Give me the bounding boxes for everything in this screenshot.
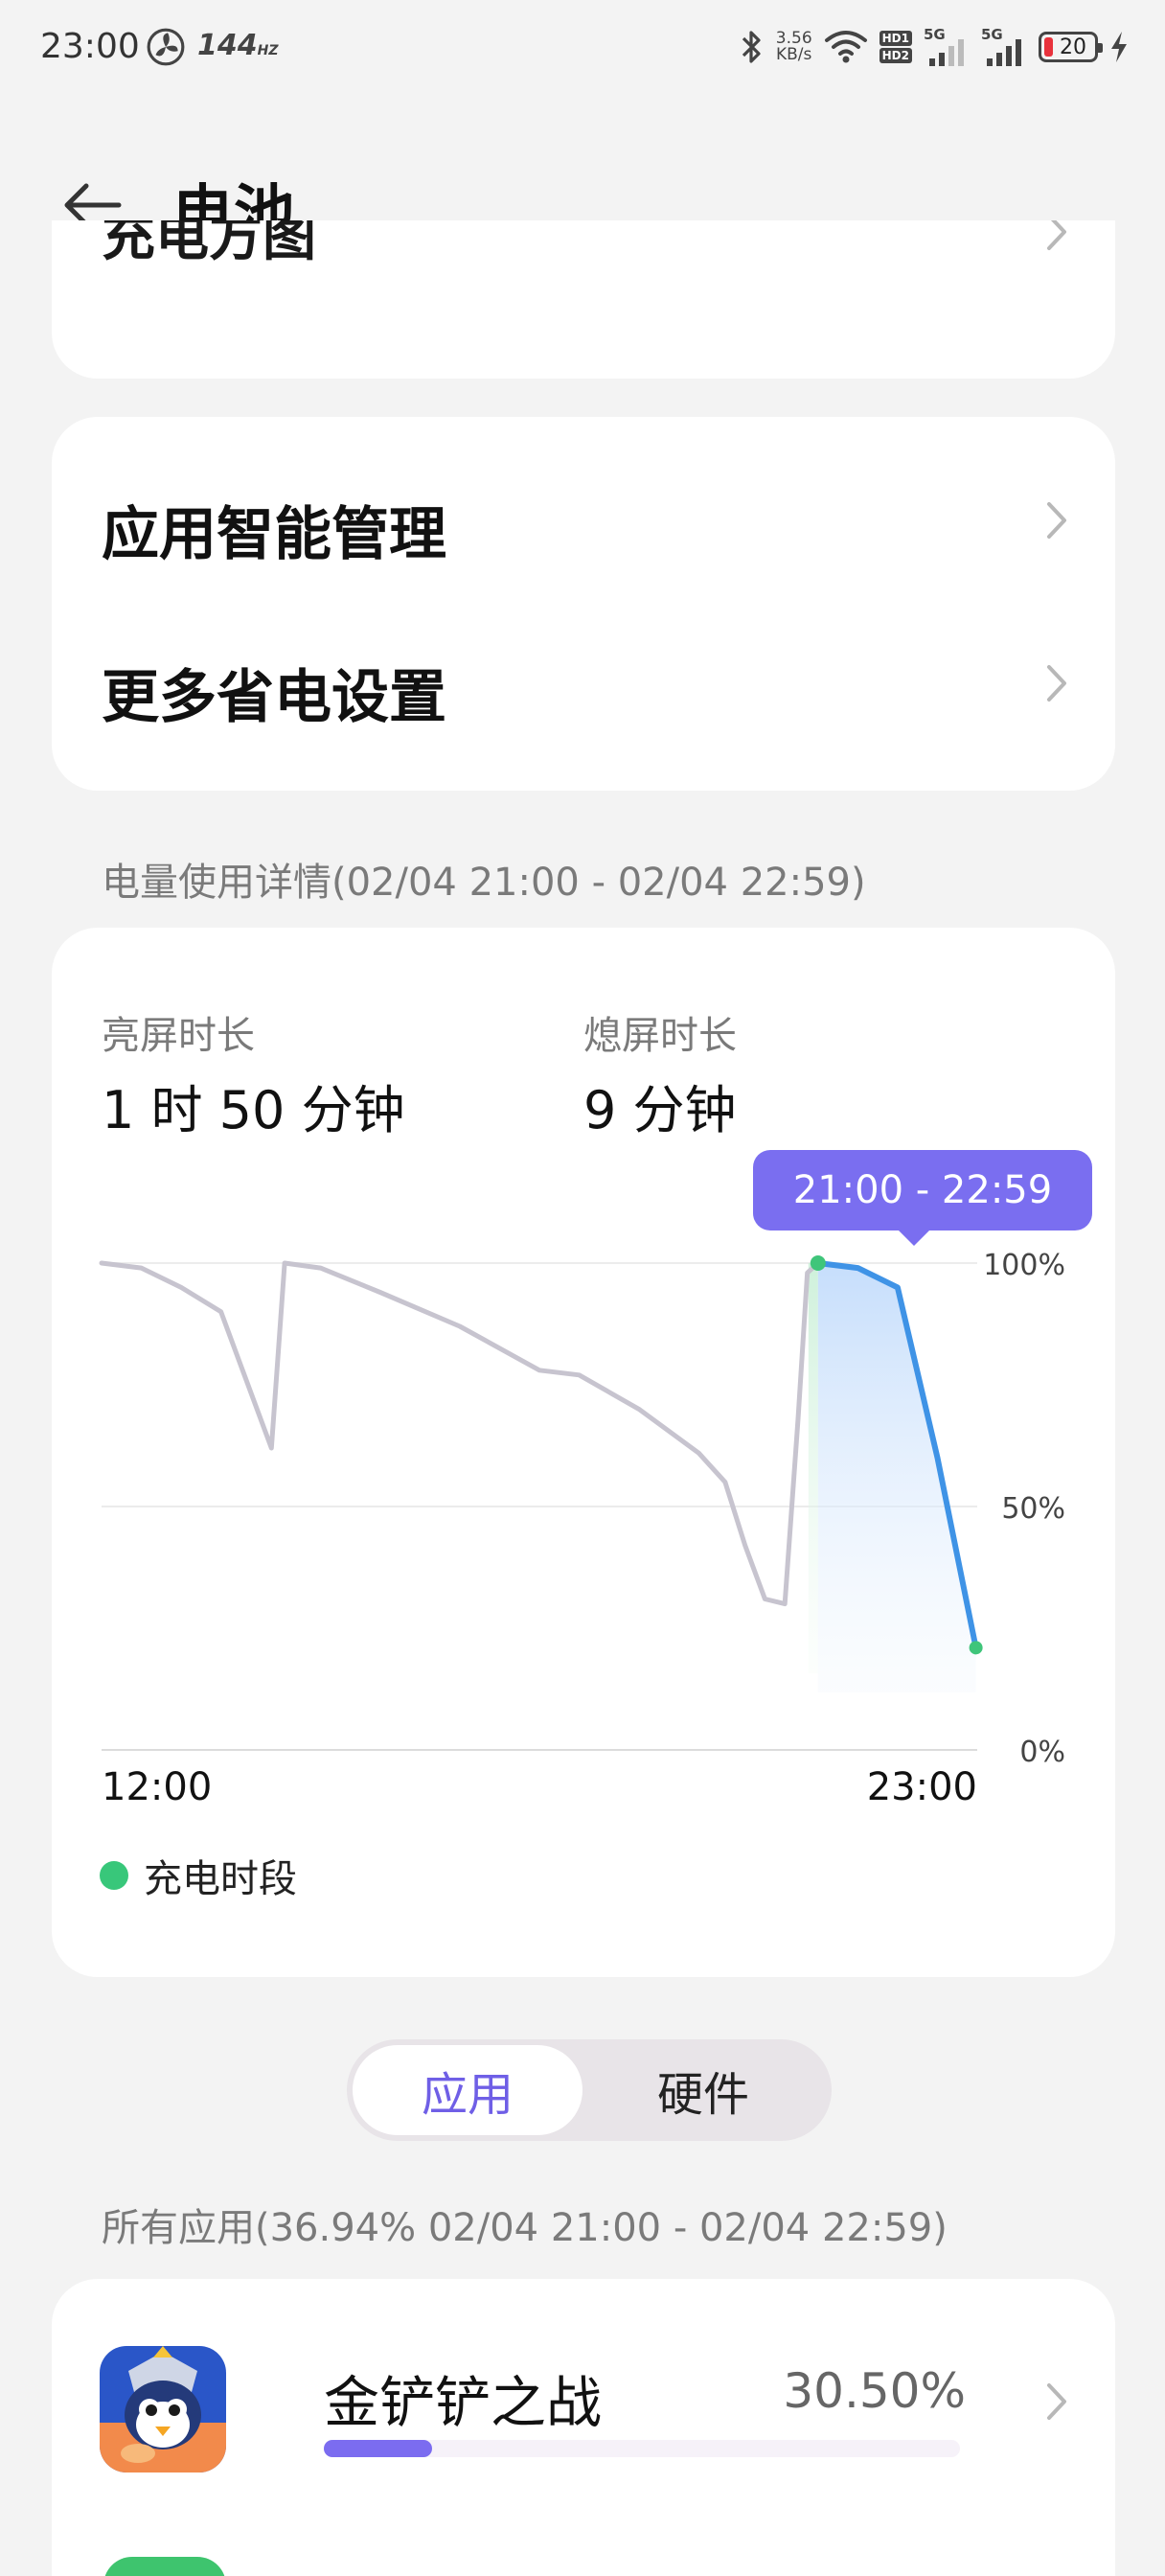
y-tick-label: 0% [1019,1736,1065,1769]
usage-segmented-control: 应用 硬件 [347,2039,832,2141]
charging-period-band [808,1263,818,1673]
next-app-icon [103,2557,226,2576]
refresh-rate-unit: HZ [257,43,279,58]
app-usage-bar-fill [324,2440,433,2457]
usage-caption: 电量使用详情(02/04 21:00 - 02/04 22:59) [102,861,866,905]
refresh-rate-value: 144 [197,29,258,62]
battery-page: 23:00 144HZ 3.56 KB/s HD1 HD2 5G 5G 20 电… [0,0,1165,2576]
app-percent: 30.50% [783,2363,966,2419]
usage-card: 亮屏时长 1 时 50 分钟 熄屏时长 9 分钟 100% 50% 0% 12:00 2… [52,928,1115,1977]
selected-range-area [817,1263,976,1692]
legend-charging-label: 充电时段 [144,1857,297,1901]
status-bar: 23:00 144HZ 3.56 KB/s HD1 HD2 5G 5G 20 [0,0,1165,96]
x-tick-label: 12:00 [102,1765,212,1809]
signal-sim2: 5G [981,26,1027,66]
apps-card: 金铲铲之战 30.50% [52,2279,1115,2576]
refresh-rate: 144HZ [197,29,279,62]
apps-caption: 所有应用(36.94% 02/04 21:00 - 02/04 22:59) [102,2206,948,2250]
hd1-badge: HD1 [879,31,912,46]
charging-card-partial[interactable]: 充电方图 [52,220,1115,379]
charging-bolt-icon [1111,32,1127,62]
battery-fill [1044,37,1053,57]
x-tick-label: 23:00 [867,1765,977,1809]
battery-level: 20 [1060,34,1086,59]
fan-icon [147,28,185,66]
net-speed: 3.56 KB/s [776,31,812,63]
y-tick-label: 50% [1001,1492,1065,1526]
signal-icon [929,39,964,66]
signal-icon [987,39,1021,66]
tab-apps[interactable]: 应用 [353,2045,582,2135]
settings-item-app-management[interactable]: 应用智能管理 [52,446,1115,599]
settings-item-label: 更多省电设置 [102,664,446,731]
settings-card: 应用智能管理 更多省电设置 [52,417,1115,791]
game-app-icon [100,2346,226,2472]
status-icons: 3.56 KB/s HD1 HD2 5G 5G 20 [740,25,1129,69]
range-end-point [969,1641,983,1655]
wifi-icon [824,31,867,63]
status-time: 23:00 [40,27,140,66]
signal-sim1: 5G [924,26,970,66]
bluetooth-icon [742,31,761,63]
chevron-right-icon [1047,502,1066,539]
selected-range-tooltip: 21:00 - 22:59 [753,1150,1092,1246]
battery-icon: 20 [1039,32,1103,62]
tab-hardware[interactable]: 硬件 [588,2045,818,2135]
y-tick-label: 100% [983,1249,1065,1282]
hd2-badge: HD2 [879,48,912,63]
range-start-point [810,1255,826,1271]
battery-level-chart[interactable]: 100% 50% 0% 12:00 23:00 [52,928,1115,1977]
legend-charging-dot [100,1861,128,1890]
settings-item-label: 应用智能管理 [102,501,446,568]
chevron-right-icon [1047,220,1066,250]
app-name: 金铲铲之战 [324,2370,603,2435]
chevron-right-icon [1047,2383,1066,2420]
history-series-line [99,1260,821,1607]
chevron-right-icon [1047,665,1066,702]
settings-item-more-power-saving[interactable]: 更多省电设置 [52,609,1115,762]
app-usage-bar [324,2440,960,2457]
chart-legend: 充电时段 [100,1848,297,1903]
net-speed-unit: KB/s [776,45,812,64]
charging-row-label: 充电方图 [102,220,316,268]
hd-voice-badges: HD1 HD2 [879,31,912,63]
